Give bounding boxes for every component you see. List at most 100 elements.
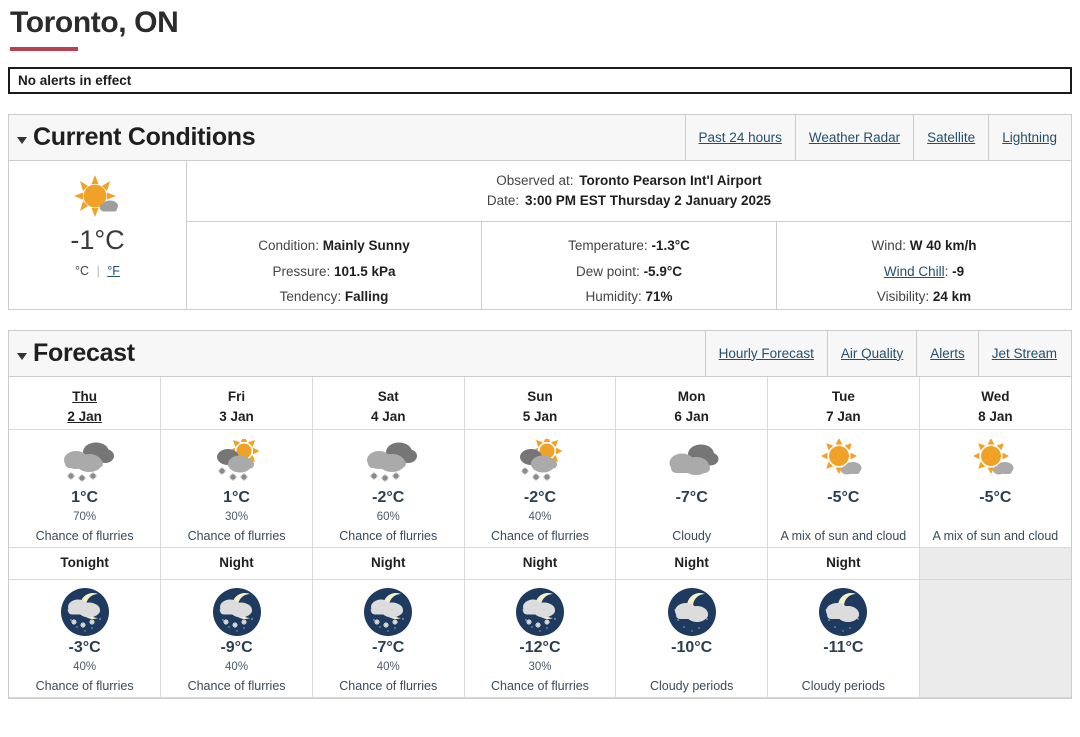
observed-at-value: Toronto Pearson Int'l Airport xyxy=(579,172,762,188)
condition-column-middle: Temperature: -1.3°C Dew point: -5.9°C Hu… xyxy=(481,222,776,310)
observed-at-label: Observed at: xyxy=(496,172,574,188)
forecast-day-summary: Chance of flurries xyxy=(490,529,589,544)
visibility-row: Visibility: 24 km xyxy=(777,284,1071,309)
wind-chill-link[interactable]: Wind Chill xyxy=(884,264,945,279)
forecast-night-pop: 40% xyxy=(225,660,249,673)
current-conditions-body: -1°C °C | °F Observed at: Toronto Pearso… xyxy=(9,160,1071,310)
forecast-night-header-row: Tonight Night Night Night Night Night xyxy=(9,547,1071,581)
forecast-day-cell-tue[interactable]: -5°C A mix of sun and cloud xyxy=(767,429,920,549)
forecast-night-cell-sun[interactable]: -12°C 30% Chance of flurries xyxy=(463,579,617,699)
dew-point-value: -5.9°C xyxy=(643,263,682,279)
forecast-night-label: Night xyxy=(522,555,558,571)
night-cloud-flurries-icon xyxy=(314,588,463,637)
forecast-night-cell-sat[interactable]: -7°C 40% Chance of flurries xyxy=(311,579,465,699)
forecast-day-summary: A mix of sun and cloud xyxy=(932,529,1059,544)
forecast-weekday: Sun xyxy=(527,388,553,404)
current-conditions-title-group[interactable]: Current Conditions xyxy=(17,123,256,152)
forecast-night-header-sun: Night xyxy=(463,547,617,581)
condition-column-left: Condition: Mainly Sunny Pressure: 101.5 … xyxy=(187,222,481,309)
forecast-night-summary: Chance of flurries xyxy=(339,679,438,694)
link-satellite[interactable]: Satellite xyxy=(913,114,988,160)
temperature-row: Temperature: -1.3°C xyxy=(482,233,776,258)
link-lightning[interactable]: Lightning xyxy=(988,114,1071,160)
forecast-night-label: Night xyxy=(219,555,254,571)
forecast-night-label: Night xyxy=(371,555,406,571)
forecast-title-group[interactable]: Forecast xyxy=(17,339,135,368)
forecast-day-cell-wed[interactable]: -5°C A mix of sun and cloud xyxy=(918,429,1071,549)
forecast-night-summary: Chance of flurries xyxy=(187,679,286,694)
forecast-night-summary: Cloudy periods xyxy=(649,679,734,694)
link-alerts[interactable]: Alerts xyxy=(916,330,978,376)
forecast-night-label: Tonight xyxy=(60,555,109,571)
alert-text: No alerts in effect xyxy=(18,72,132,88)
cloudy-flurries-icon xyxy=(10,438,159,486)
alert-bar[interactable]: No alerts in effect xyxy=(8,66,1072,94)
forecast-day-cell-thu[interactable]: 1°C 70% Chance of flurries xyxy=(9,429,162,549)
condition-column-right: Wind: W 40 km/h Wind Chill: -9 Visibilit… xyxy=(776,222,1071,310)
cloudy-flurries-icon xyxy=(314,438,463,486)
forecast-night-cell-fri[interactable]: -9°C 40% Chance of flurries xyxy=(160,579,313,699)
forecast-night-pop: 40% xyxy=(376,660,400,673)
forecast-date: 3 Jan xyxy=(219,409,254,425)
wind-chill-row: Wind Chill: -9 xyxy=(777,259,1071,284)
forecast-night-temp: -12°C xyxy=(519,639,561,657)
forecast-day-header-wed: Wed 8 Jan xyxy=(918,376,1071,431)
condition-label: Condition: xyxy=(258,238,319,254)
unit-fahrenheit-link[interactable]: °F xyxy=(107,264,120,278)
wind-chill-value: -9 xyxy=(952,263,965,279)
humidity-label: Humidity: xyxy=(585,288,642,304)
chevron-down-icon[interactable] xyxy=(17,352,27,360)
forecast-night-header-fri: Night xyxy=(160,547,313,581)
forecast-day-temp: 1°C xyxy=(223,489,250,507)
wind-label: Wind: xyxy=(871,238,906,254)
forecast-day-summary: Chance of flurries xyxy=(35,529,134,544)
pressure-row: Pressure: 101.5 kPa xyxy=(187,259,481,284)
forecast-day-temp: -2°C xyxy=(372,489,405,507)
forecast-weekday: Thu xyxy=(72,388,97,404)
forecast-heading: Forecast xyxy=(33,338,135,367)
forecast-day-cell-sat[interactable]: -2°C 60% Chance of flurries xyxy=(311,429,465,549)
link-air-quality[interactable]: Air Quality xyxy=(826,330,916,376)
forecast-day-pop: 60% xyxy=(376,510,400,523)
dew-point-row: Dew point: -5.9°C xyxy=(482,259,776,284)
link-jet-stream[interactable]: Jet Stream xyxy=(977,330,1071,376)
condition-row: Condition: Mainly Sunny xyxy=(187,233,481,258)
condition-value: Mainly Sunny xyxy=(322,238,410,254)
forecast-day-cell-sun[interactable]: -2°C 40% Chance of flurries xyxy=(463,429,617,549)
sun-cloud-flurries-icon xyxy=(162,438,311,486)
condition-columns: Condition: Mainly Sunny Pressure: 101.5 … xyxy=(187,222,1071,310)
forecast-day-header-tue: Tue 7 Jan xyxy=(767,376,920,431)
humidity-row: Humidity: 71% xyxy=(482,284,776,309)
wind-chill-colon: : xyxy=(944,263,949,279)
forecast-night-cell-tue[interactable]: -11°C Cloudy periods xyxy=(767,579,920,699)
forecast-day-header-row: Thu 2 Jan Fri 3 Jan Sat 4 Jan Sun 5 Jan Mon … xyxy=(9,376,1071,431)
forecast-day-cell-mon[interactable]: -7°C Cloudy xyxy=(615,429,769,549)
tendency-row: Tendency: Falling xyxy=(187,284,481,309)
forecast-day-cell-fri[interactable]: 1°C 30% Chance of flurries xyxy=(160,429,313,549)
forecast-night-header-sat: Night xyxy=(311,547,465,581)
cloudy-icon xyxy=(617,438,766,486)
forecast-night-temp: -3°C xyxy=(68,639,101,657)
visibility-value: 24 km xyxy=(932,288,972,304)
chevron-down-icon[interactable] xyxy=(17,136,27,144)
forecast-header: Forecast Hourly Forecast Air Quality Ale… xyxy=(9,330,1071,377)
sun-cloud-icon xyxy=(769,438,918,486)
night-cloudy-icon xyxy=(769,588,918,637)
forecast-night-header-thu: Tonight xyxy=(9,547,162,581)
forecast-weekday: Fri xyxy=(227,388,246,404)
forecast-day-header-thu[interactable]: Thu 2 Jan xyxy=(9,376,162,431)
link-weather-radar[interactable]: Weather Radar xyxy=(794,114,913,160)
forecast-date: 2 Jan xyxy=(67,409,102,425)
forecast-day-header-fri: Fri 3 Jan xyxy=(160,376,313,431)
sun-cloud-flurries-icon xyxy=(466,438,615,486)
current-conditions-panel: Current Conditions Past 24 hours Weather… xyxy=(8,113,1072,310)
humidity-value: 71% xyxy=(645,288,673,304)
forecast-date: 7 Jan xyxy=(826,409,861,425)
forecast-night-cell-mon[interactable]: -10°C Cloudy periods xyxy=(615,579,769,699)
link-past-24-hours[interactable]: Past 24 hours xyxy=(684,114,795,160)
unit-toggle[interactable]: °C | °F xyxy=(75,264,120,278)
forecast-table: Thu 2 Jan Fri 3 Jan Sat 4 Jan Sun 5 Jan Mon … xyxy=(9,376,1071,699)
link-hourly-forecast[interactable]: Hourly Forecast xyxy=(704,330,827,376)
forecast-night-cell-thu[interactable]: -3°C 40% Chance of flurries xyxy=(9,579,162,699)
forecast-day-header-sun: Sun 5 Jan xyxy=(463,376,617,431)
